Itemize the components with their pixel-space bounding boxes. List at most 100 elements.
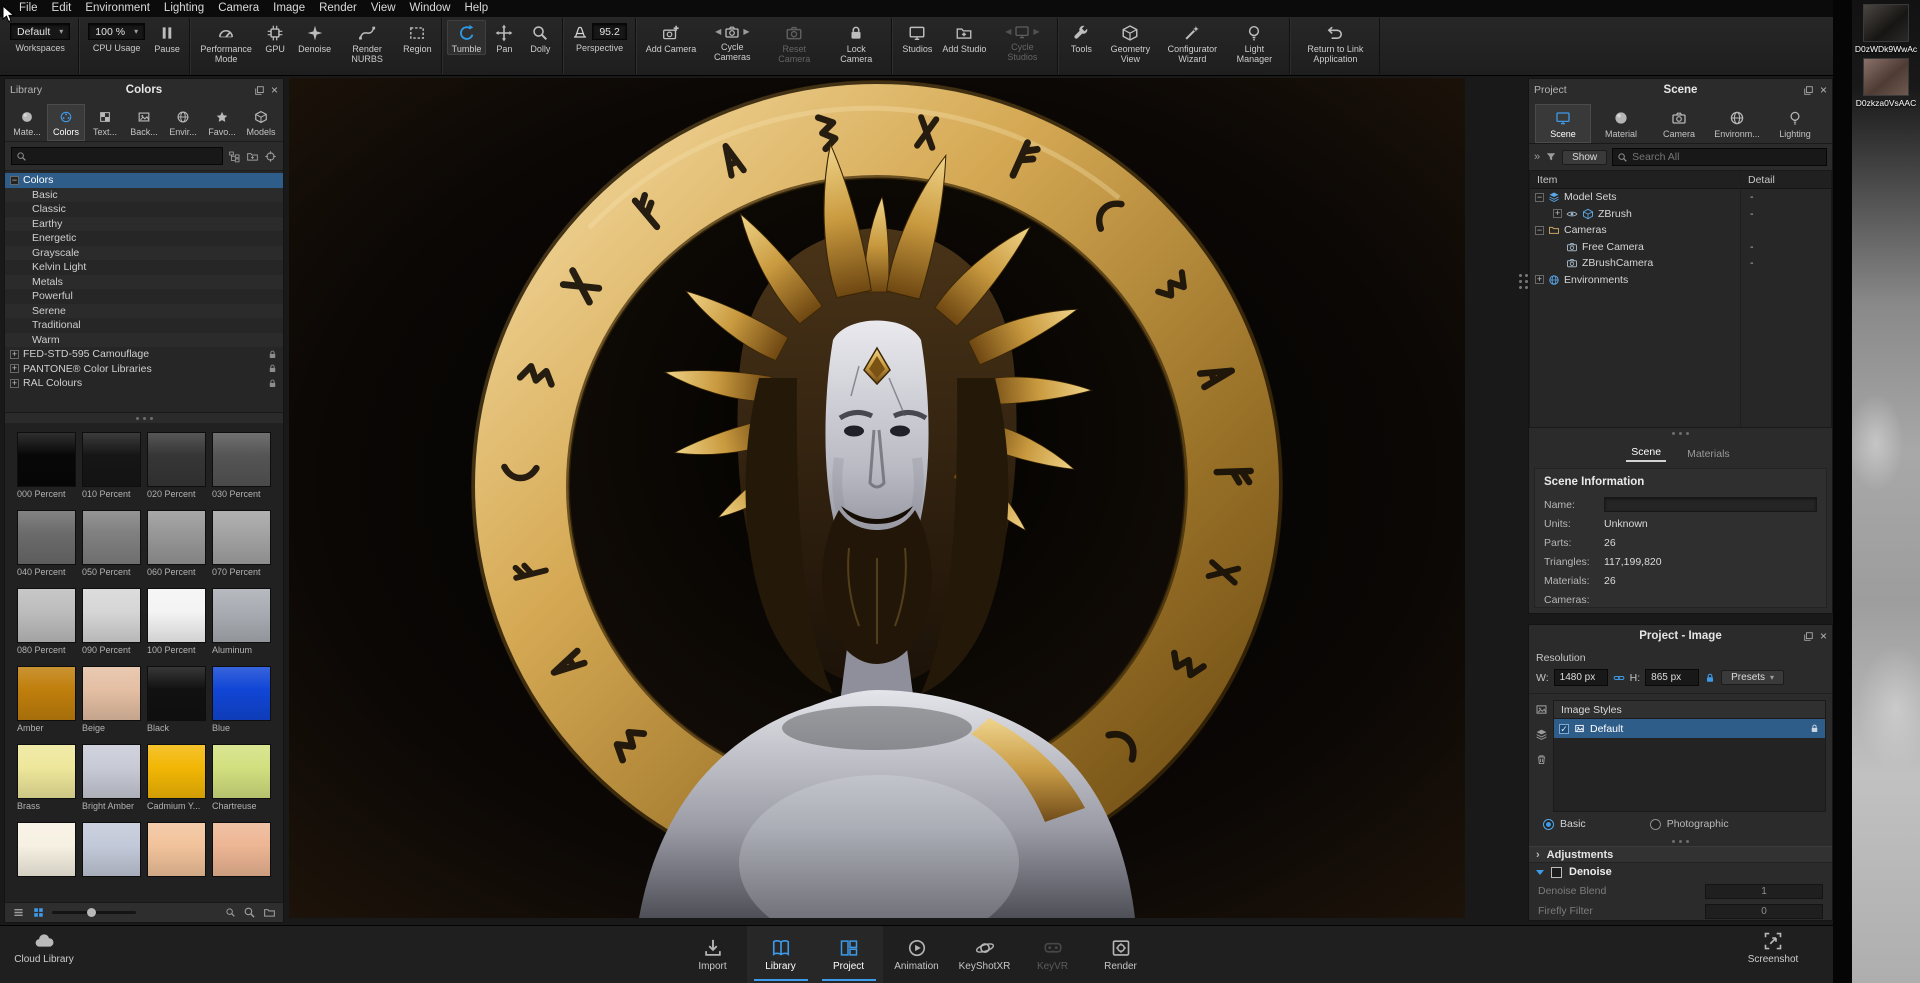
library-tab[interactable]: Envir...: [164, 104, 202, 141]
project-tab[interactable]: Camera: [1651, 104, 1707, 143]
perspective-control[interactable]: 95.2 Perspective: [568, 20, 630, 54]
float-panel-icon[interactable]: [254, 85, 265, 96]
desktop-icon[interactable]: D0zWDk9WwAc: [1852, 4, 1920, 54]
color-swatch[interactable]: Brass: [17, 744, 76, 812]
folder-icon[interactable]: [263, 906, 276, 919]
menu-item[interactable]: File: [12, 0, 45, 17]
region-button[interactable]: Region: [398, 20, 437, 55]
tree-item[interactable]: Classic: [5, 202, 283, 217]
keyshotxr-button[interactable]: KeyShotXR: [951, 926, 1019, 983]
tree-item[interactable]: Powerful: [5, 289, 283, 304]
close-icon[interactable]: ×: [271, 85, 278, 95]
denoise-section-header[interactable]: Denoise: [1529, 863, 1832, 881]
scene-tree-row[interactable]: ZBrushCamera -: [1530, 255, 1831, 272]
tree-item-locked[interactable]: + PANTONE® Color Libraries: [5, 362, 283, 377]
link-resolution-icon[interactable]: [1613, 672, 1625, 684]
add-folder-icon[interactable]: [246, 150, 259, 163]
tree-item[interactable]: Grayscale: [5, 246, 283, 261]
color-swatch[interactable]: 080 Percent: [17, 588, 76, 656]
menu-item[interactable]: Help: [457, 0, 495, 17]
expand-icon[interactable]: +: [10, 364, 19, 373]
lock-resolution-icon[interactable]: [1704, 672, 1716, 684]
reset-camera-button[interactable]: Reset Camera: [763, 20, 825, 66]
panel-splitter-handle[interactable]: [1519, 274, 1528, 289]
scene-search-box[interactable]: [1612, 148, 1827, 166]
lock-camera-button[interactable]: Lock Camera: [825, 20, 887, 66]
image-icon[interactable]: [1535, 703, 1548, 716]
add-camera-button[interactable]: Add Camera: [641, 20, 702, 55]
geometry-view-button[interactable]: Geometry View: [1099, 20, 1161, 66]
presets-dropdown[interactable]: Presets▾: [1721, 670, 1784, 685]
tree-item-colors-root[interactable]: − Colors: [5, 173, 283, 188]
tab-materials[interactable]: Materials: [1682, 446, 1735, 462]
library-tab[interactable]: Colors: [47, 104, 85, 141]
library-tab[interactable]: Back...: [125, 104, 163, 141]
close-icon[interactable]: ×: [1820, 85, 1827, 95]
menu-item[interactable]: Edit: [45, 0, 79, 17]
color-swatch[interactable]: Cadmium Y...: [147, 744, 206, 812]
color-swatch[interactable]: 060 Percent: [147, 510, 206, 578]
folder-tree-icon[interactable]: [228, 150, 241, 163]
firefly-filter-input[interactable]: 0: [1705, 904, 1823, 919]
tree-item[interactable]: Kelvin Light: [5, 260, 283, 275]
return-to-link-button[interactable]: Return to Link Application: [1295, 20, 1375, 66]
realtime-viewport[interactable]: [289, 78, 1465, 918]
tree-item[interactable]: Energetic: [5, 231, 283, 246]
collapse-icon[interactable]: −: [10, 176, 19, 185]
gpu-button[interactable]: GPU: [257, 20, 293, 55]
color-swatch[interactable]: 000 Percent: [17, 432, 76, 500]
item-column-header[interactable]: Item: [1530, 174, 1740, 186]
pause-button[interactable]: Pause: [149, 20, 185, 55]
grid-view-icon[interactable]: [32, 906, 45, 919]
scene-name-input[interactable]: [1604, 497, 1817, 512]
expander-icon[interactable]: −: [1535, 226, 1544, 235]
dolly-button[interactable]: Dolly: [522, 20, 558, 55]
show-filter-button[interactable]: Show: [1562, 150, 1607, 165]
color-swatch[interactable]: [17, 822, 76, 877]
color-swatch[interactable]: 050 Percent: [82, 510, 141, 578]
expander-icon[interactable]: −: [1535, 193, 1544, 202]
library-search-box[interactable]: [11, 147, 223, 165]
layers-icon[interactable]: [1535, 728, 1548, 741]
color-swatch[interactable]: Amber: [17, 666, 76, 734]
list-view-icon[interactable]: [12, 906, 25, 919]
cpu-usage-selector[interactable]: 100 %▾ CPU Usage: [84, 20, 149, 54]
color-swatch[interactable]: 070 Percent: [212, 510, 271, 578]
height-input[interactable]: 865 px: [1645, 669, 1699, 686]
color-swatch[interactable]: 030 Percent: [212, 432, 271, 500]
denoise-blend-input[interactable]: 1: [1705, 884, 1823, 899]
expander-icon[interactable]: +: [1553, 209, 1562, 218]
tree-item[interactable]: Warm: [5, 333, 283, 348]
configurator-wizard-button[interactable]: Configurator Wizard: [1161, 20, 1223, 66]
target-icon[interactable]: [264, 150, 277, 163]
photographic-radio[interactable]: [1650, 819, 1661, 830]
library-search-input[interactable]: [31, 150, 218, 162]
width-input[interactable]: 1480 px: [1554, 669, 1608, 686]
color-swatch[interactable]: 040 Percent: [17, 510, 76, 578]
project-tab[interactable]: Environm...: [1709, 104, 1765, 143]
thumbnail-size-slider[interactable]: [52, 911, 136, 914]
light-manager-button[interactable]: Light Manager: [1223, 20, 1285, 66]
filter-funnel-icon[interactable]: [1545, 151, 1557, 163]
library-tab[interactable]: Text...: [86, 104, 124, 141]
project-tab[interactable]: Scene: [1535, 104, 1591, 143]
color-swatch[interactable]: 020 Percent: [147, 432, 206, 500]
expand-icon[interactable]: +: [10, 379, 19, 388]
animation-button[interactable]: Animation: [883, 926, 951, 983]
library-tab[interactable]: Models: [242, 104, 280, 141]
cycle-cameras-button[interactable]: ◀▶Cycle Cameras: [701, 20, 763, 64]
scene-tree-row[interactable]: Free Camera -: [1530, 239, 1831, 256]
tools-button[interactable]: Tools: [1063, 20, 1099, 55]
zoom-in-icon[interactable]: [243, 906, 256, 919]
scene-tree-row[interactable]: + ZBrush -: [1530, 206, 1831, 223]
library-tab[interactable]: Favo...: [203, 104, 241, 141]
color-swatch[interactable]: 100 Percent: [147, 588, 206, 656]
studios-button[interactable]: Studios: [897, 20, 937, 55]
scene-search-input[interactable]: [1632, 151, 1822, 163]
tree-item[interactable]: Basic: [5, 188, 283, 203]
scene-tree-row[interactable]: − Cameras: [1530, 222, 1831, 239]
scene-tree-row[interactable]: − Model Sets -: [1530, 189, 1831, 206]
library-tab[interactable]: Mate...: [8, 104, 46, 141]
image-style-row-default[interactable]: ✓ Default: [1554, 719, 1825, 738]
menu-item[interactable]: View: [364, 0, 403, 17]
